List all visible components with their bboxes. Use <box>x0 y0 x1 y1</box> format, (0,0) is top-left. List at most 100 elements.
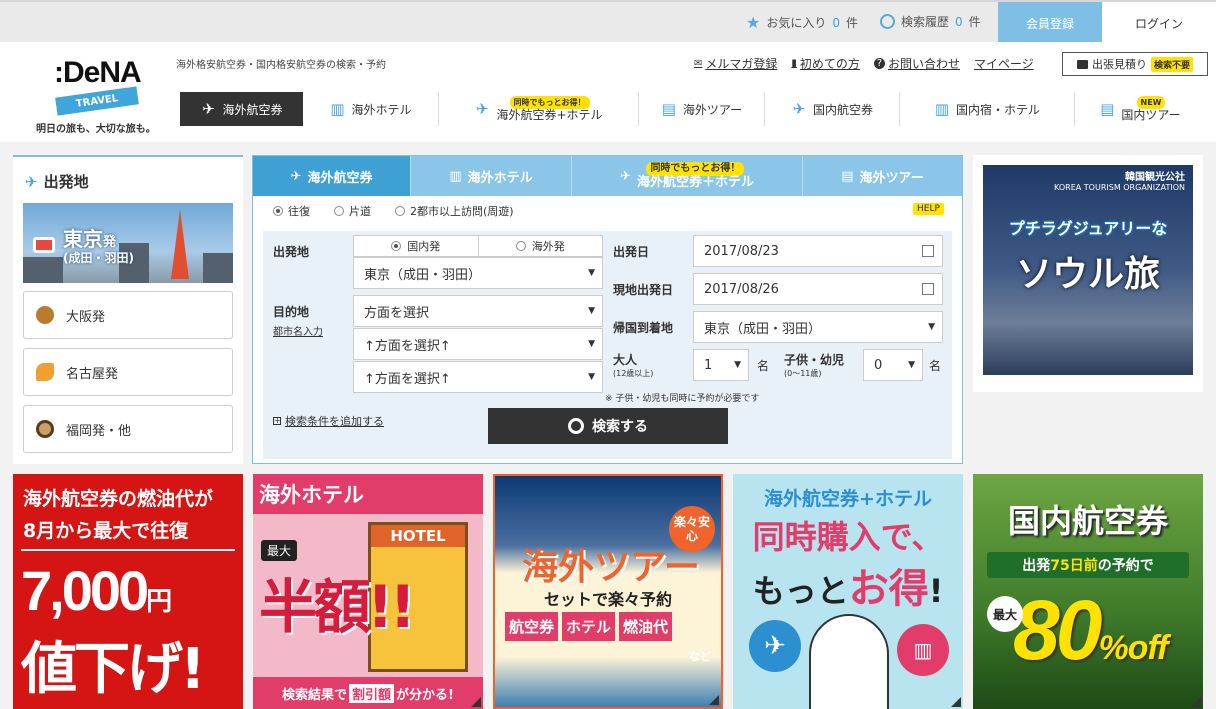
banner-footer: 検索結果で 割引額 が分かる! <box>253 677 483 709</box>
building-icon: ▥ <box>330 100 345 118</box>
tab-overseas-tours[interactable]: ▤ 海外ツアー <box>803 156 962 196</box>
nav-label: 海外ツアー <box>682 102 743 117</box>
tagline: 明日の旅も、大切な旅も。 <box>36 124 156 135</box>
banner-discount: 80%off <box>1013 583 1168 677</box>
site-logo[interactable]: :DeNA TRAVEL 明日の旅も、大切な旅も。 <box>36 52 160 142</box>
radio-unchecked <box>334 206 344 216</box>
header-subline: 海外格安航空券・国内格安航空券の検索・予約 <box>176 60 386 71</box>
register-button[interactable]: 会員登録 <box>998 2 1102 44</box>
nav-item-overseas-flights[interactable]: ✈ 海外航空券 <box>180 92 303 126</box>
add-condition-link[interactable]: + 検索条件を追加する <box>273 413 384 429</box>
favorites-link[interactable]: ★ お気に入り 0件 <box>746 13 858 32</box>
history-link[interactable]: 検索履歴 0件 <box>880 13 981 30</box>
login-button[interactable]: ログイン <box>1102 2 1216 44</box>
departure-fukuoka-button[interactable]: 福岡発・他 <box>23 405 233 453</box>
origin-select[interactable]: 東京（成田・羽田） ▼ <box>353 257 603 289</box>
mypage-link[interactable]: マイページ <box>974 55 1034 72</box>
header-links: ✉ メルマガ登録 ▮ 初めての方 ? お問い合わせ マイページ <box>694 55 1034 72</box>
destination-select-2[interactable]: ↑方面を選択↑ ▼ <box>353 328 603 360</box>
depart-date-input[interactable]: 2017/08/23 <box>693 235 943 267</box>
origin-domestic-radio[interactable]: 国内発 <box>354 236 479 256</box>
tab-overseas-hotels[interactable]: ▥ 海外ホテル <box>411 156 572 196</box>
logo-text: :DeNA <box>54 56 142 89</box>
dropdown-arrow-icon: ▼ <box>588 306 595 316</box>
nav-item-domestic-tours[interactable]: ▤ NEW 国内ツアー <box>1075 92 1205 126</box>
nav-item-domestic-hotels[interactable]: ▥ 国内宿・ホテル <box>900 92 1075 126</box>
departure-osaka-button[interactable]: 大阪発 <box>23 291 233 339</box>
adult-count-select[interactable]: 1 ▼ <box>693 349 749 381</box>
select-value: ↑方面を選択↑ <box>364 338 451 354</box>
radio-label: 2都市以上訪問(周遊) <box>410 205 514 218</box>
ramen-icon <box>36 420 54 438</box>
chip: 燃油代 <box>619 612 673 641</box>
trip-roundtrip-radio[interactable]: 往復 <box>273 203 310 219</box>
child-note: ※ 子供・幼児も同時に予約が必要です <box>605 394 760 404</box>
trip-oneway-radio[interactable]: 片道 <box>334 203 371 219</box>
search-button[interactable]: 検索する <box>488 408 728 444</box>
calendar-icon[interactable] <box>922 245 934 257</box>
search-tabs: ✈ 海外航空券 ▥ 海外ホテル ✈ 同時でもっとお得！ 海外航空券＋ホテル ▤ 海外ツア… <box>253 156 962 196</box>
nav-item-flight-hotel[interactable]: ✈ 同時でもっとお得！ 海外航空券+ホテル <box>439 92 639 126</box>
origin-overseas-radio[interactable]: 海外発 <box>479 236 603 256</box>
contact-link[interactable]: ? お問い合わせ <box>873 55 960 72</box>
tokyo-tower-icon <box>171 209 189 279</box>
first-time-link[interactable]: ▮ 初めての方 <box>791 55 860 72</box>
suitcase-icon: ▤ <box>661 100 676 118</box>
airplane-icon: ✈ <box>290 168 302 184</box>
fuel-surcharge-banner[interactable]: 海外航空券の燃油代が 8月から最大で往復 7,000円 値下げ! <box>13 474 243 709</box>
calendar-icon[interactable] <box>922 283 934 295</box>
select-value: 方面を選択 <box>364 305 430 321</box>
overseas-tour-banner[interactable]: 楽々安心 海外ツアー セットで楽々予約 航空券 ホテル 燃油代 など <box>493 474 723 709</box>
radio-label: 国内発 <box>407 240 441 253</box>
ebi-fry-icon <box>36 363 54 381</box>
destination-select-3[interactable]: ↑方面を選択↑ ▼ <box>353 361 603 393</box>
radio-checked <box>391 241 402 251</box>
add-condition-label: 検索条件を追加する <box>285 415 384 428</box>
destination-label: 目的地 <box>273 305 310 319</box>
departure-title-text: 出発地 <box>43 173 89 191</box>
domestic-flight-banner[interactable]: 国内航空券 出発 75日前 の予約で 80%off 最大 <box>973 474 1203 709</box>
select-value: ↑方面を選択↑ <box>364 371 451 387</box>
departure-nagoya-button[interactable]: 名古屋発 <box>23 348 233 396</box>
nav-label: 国内宿・ホテル <box>955 102 1040 117</box>
takoyaki-icon <box>36 306 54 324</box>
child-sublabel: (0〜11歳) <box>784 369 822 378</box>
city-input-link[interactable]: 都市名入力 <box>273 323 323 338</box>
nav-label: 国内ツアー <box>1121 108 1181 122</box>
favorites-label: お気に入り <box>766 16 827 30</box>
child-count-select[interactable]: 0 ▼ <box>863 349 923 381</box>
sponsor-logo: 韓国観光公社 KOREA TOURISM ORGANIZATION <box>1054 172 1185 193</box>
suitcase-icon: ▤ <box>1100 100 1115 118</box>
history-unit: 件 <box>968 15 981 29</box>
departure-tokyo-button[interactable]: 東京発 (成田・羽田) <box>23 203 233 283</box>
airplane-icon: ✈ <box>202 100 215 118</box>
radio-label: 海外発 <box>531 240 565 253</box>
seoul-ad-banner[interactable]: 韓国観光公社 KOREA TOURISM ORGANIZATION プチラグジュア… <box>973 155 1203 392</box>
flight-hotel-combo-banner[interactable]: 海外航空券+ホテル 同時購入で、 もっとお得! ✈ ▥ <box>733 474 963 709</box>
departure-panel: ✈ 出発地 東京発 (成田・羽田) 大阪発 名古屋発 福岡発・他 <box>13 155 243 464</box>
nav-item-domestic-flights[interactable]: ✈ 国内航空券 <box>765 92 900 126</box>
ad-line-2: ソウル旅 <box>1015 254 1160 295</box>
date-value: 2017/08/26 <box>704 281 779 297</box>
favorites-unit: 件 <box>846 16 859 30</box>
destination-select-1[interactable]: 方面を選択 ▼ <box>353 295 603 327</box>
help-badge[interactable]: HELP <box>913 203 944 215</box>
banner-title: 海外航空券+ホテル <box>764 488 932 510</box>
tab-flight-hotel[interactable]: ✈ 同時でもっとお得！ 海外航空券＋ホテル <box>572 156 803 196</box>
corner-arrow-icon <box>1191 697 1201 707</box>
briefcase-icon <box>1076 59 1088 69</box>
arrival-select[interactable]: 東京（成田・羽田） ▼ <box>693 311 943 343</box>
estimate-badge: 検索不要 <box>1150 56 1193 72</box>
return-date-input[interactable]: 2017/08/26 <box>693 273 943 305</box>
overseas-hotel-banner[interactable]: 海外ホテル HOTEL 最大 半額!! 検索結果で 割引額 が分かる! <box>253 474 483 709</box>
site-header: :DeNA TRAVEL 明日の旅も、大切な旅も。 海外格安航空券・国内格安航空… <box>0 42 1216 142</box>
newsletter-link[interactable]: ✉ メルマガ登録 <box>694 55 777 72</box>
banner-etc: など <box>689 650 711 663</box>
departure-label: 名古屋発 <box>66 366 119 382</box>
logo-badge: TRAVEL <box>55 86 139 116</box>
trip-multicity-radio[interactable]: 2都市以上訪問(周遊) <box>395 203 514 219</box>
tab-overseas-flights[interactable]: ✈ 海外航空券 <box>253 156 411 196</box>
nav-item-overseas-hotels[interactable]: ▥ 海外ホテル <box>303 92 439 126</box>
nav-item-overseas-tours[interactable]: ▤ 海外ツアー <box>639 92 765 126</box>
business-estimate-button[interactable]: 出張見積り 検索不要 <box>1062 52 1208 76</box>
